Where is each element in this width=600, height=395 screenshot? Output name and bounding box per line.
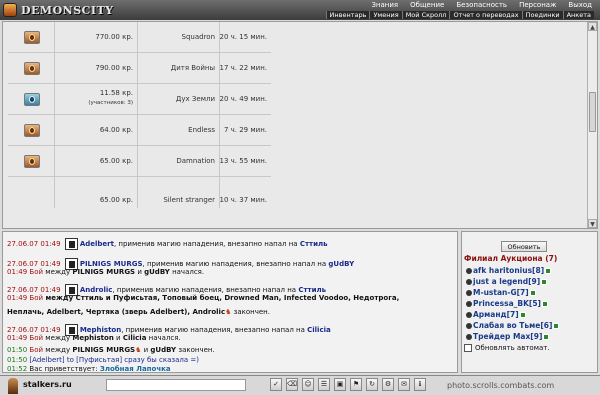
chat-log: 27.06.07 01:49 Adelbert, применив магию … [2, 231, 458, 373]
send-icon[interactable]: ✓ [270, 378, 282, 391]
logo[interactable]: DEMONSCITY [3, 2, 114, 18]
table-row[interactable]: 770.00 кр. Squadron 20 ч. 15 мин. [8, 22, 271, 53]
chat-line: 01:49 Бой между Сттиль и Пуфисьтая, Топо… [7, 294, 400, 302]
table-row[interactable]: 64.00 кр. Endless 7 ч. 29 мин. [8, 115, 271, 146]
time-left: 17 ч. 22 мин. [219, 64, 267, 72]
chat-line: 01:49 Бой между Mephiston и Cilicia нача… [7, 334, 181, 342]
auction-users-panel: Обновить Филиал Аукциона (7) afk hariton… [461, 231, 598, 373]
nav-inventory[interactable]: Инвентарь [325, 11, 370, 19]
time-left: 20 ч. 15 мин. [219, 33, 267, 41]
chat-line: Неплачь, Adelbert, Чертяка (зверь Adelbe… [7, 308, 270, 316]
smile-icon[interactable]: ☺ [302, 378, 314, 391]
auction-table: 770.00 кр. Squadron 20 ч. 15 мин. 790.00… [8, 22, 271, 208]
chat-line: 01:49 Бой между PILNIGS MURGS и gUdBY на… [7, 268, 205, 276]
user-item[interactable]: Арманд[7] [466, 310, 526, 319]
scroll-up-arrow[interactable]: ▲ [588, 22, 597, 31]
price: 770.00 кр. [95, 33, 133, 41]
logo-text: DEMONSCITY [21, 3, 114, 17]
clear-icon[interactable]: ⌫ [286, 378, 298, 391]
auto-refresh-label: Обновлять автомат. [475, 344, 550, 352]
participants: (участников: 3) [88, 100, 133, 106]
nav-character[interactable]: Персонаж [519, 1, 556, 9]
sub-nav: Инвентарь Умения Мой Скролл Отчет о пере… [325, 11, 594, 19]
clan-name: Squadron [181, 33, 216, 41]
nav-transfer-report[interactable]: Отчет о переводах [449, 11, 522, 19]
avatar[interactable] [8, 378, 18, 394]
user-item[interactable]: M-ustan-G[7] [466, 288, 536, 297]
nav-security[interactable]: Безопасность [456, 1, 507, 9]
nav-my-scroll[interactable]: Мой Скролл [401, 11, 450, 19]
chat-input[interactable] [106, 379, 246, 391]
blue-chest-icon[interactable] [24, 93, 40, 106]
chest-icon[interactable] [24, 31, 40, 44]
user-item[interactable]: Princessa_BK[5] [466, 299, 548, 308]
main-nav: Знания Общение Безопасность Персонаж Вых… [371, 1, 592, 9]
chat-line: 01:50 Бой между PILNIGS MURGS♞ и gUdBY з… [7, 346, 215, 354]
chat-line: 01:50 [Adelbert] to [Пуфисьтая] сразу бы… [7, 356, 199, 364]
watermark: photo.scrolls.combats.com [447, 381, 555, 390]
nav-communication[interactable]: Общение [410, 1, 444, 9]
chest-icon[interactable] [24, 155, 40, 168]
auction-title: Филиал Аукциона (7) [464, 254, 558, 263]
chat-line: 01:52 Вас приветствует: Злобная Лапочка [7, 365, 171, 373]
price: 64.00 кр. [99, 126, 133, 134]
clan-name: Дитя Войны [170, 64, 215, 72]
table-row[interactable]: 65.00 кр. Silent stranger 10 ч. 37 мин. [8, 177, 271, 208]
user-item[interactable]: Слабая во Тьме[6] [466, 321, 560, 330]
time-left: 20 ч. 49 мин. [219, 95, 267, 103]
auto-refresh-row: Обновлять автомат. [464, 344, 550, 352]
logo-icon [3, 3, 17, 17]
price: 790.00 кр. [95, 64, 133, 72]
scroll-down-arrow[interactable]: ▼ [588, 219, 597, 228]
refresh-icon[interactable]: ↻ [366, 378, 378, 391]
save-icon[interactable]: ▣ [334, 378, 346, 391]
chat-line: 27.06.07 01:49 Adelbert, применив магию … [7, 238, 328, 250]
info-icon[interactable]: ℹ [414, 378, 426, 391]
clan-name: Дух Земли [175, 95, 215, 103]
time-left: 13 ч. 55 мин. [219, 157, 267, 165]
nav-exit[interactable]: Выход [568, 1, 592, 9]
chest-icon[interactable] [24, 62, 40, 75]
chest-icon[interactable] [24, 124, 40, 137]
nav-knowledge[interactable]: Знания [371, 1, 398, 9]
nav-profile[interactable]: Анкета [562, 11, 594, 19]
clan-name: Endless [188, 126, 215, 134]
table-row[interactable]: 790.00 кр. Дитя Войны 17 ч. 22 мин. [8, 53, 271, 84]
user-item[interactable]: just a legend[9] [466, 277, 548, 286]
nav-skills[interactable]: Умения [369, 11, 402, 19]
settings-icon[interactable]: ⚙ [382, 378, 394, 391]
main-scrollbar[interactable]: ▲ ▼ [587, 22, 597, 228]
filter-icon[interactable]: ⚑ [350, 378, 362, 391]
clan-name: Damnation [176, 157, 215, 165]
table-row[interactable]: 65.00 кр. Damnation 13 ч. 55 мин. [8, 146, 271, 177]
price: 11.58 кр. [99, 89, 133, 97]
refresh-button[interactable]: Обновить [501, 241, 547, 252]
site-label: stalkers.ru [23, 380, 72, 389]
mail-icon[interactable]: ✉ [398, 378, 410, 391]
user-item[interactable]: Трейдер Max[9] [466, 332, 550, 341]
scroll-thumb[interactable] [589, 92, 596, 132]
time-left: 7 ч. 29 мин. [223, 126, 267, 134]
top-bar: DEMONSCITY Знания Общение Безопасность П… [0, 0, 600, 20]
list-icon[interactable]: ☰ [318, 378, 330, 391]
bottom-bar: stalkers.ru ✓ ⌫ ☺ ☰ ▣ ⚑ ↻ ⚙ ✉ ℹ photo.sc… [0, 375, 600, 395]
auto-refresh-checkbox[interactable] [464, 344, 472, 352]
nav-duels[interactable]: Поединки [521, 11, 563, 19]
clan-name: Silent stranger [163, 196, 215, 204]
auction-table-panel: 770.00 кр. Squadron 20 ч. 15 мин. 790.00… [2, 21, 598, 229]
table-row[interactable]: 11.58 кр. (участников: 3) Дух Земли 20 ч… [8, 84, 271, 115]
price: 65.00 кр. [99, 196, 133, 204]
clan-icon [64, 238, 78, 250]
time-left: 10 ч. 37 мин. [219, 196, 267, 204]
price: 65.00 кр. [99, 157, 133, 165]
user-item[interactable]: afk haritonius[8] [466, 266, 552, 275]
